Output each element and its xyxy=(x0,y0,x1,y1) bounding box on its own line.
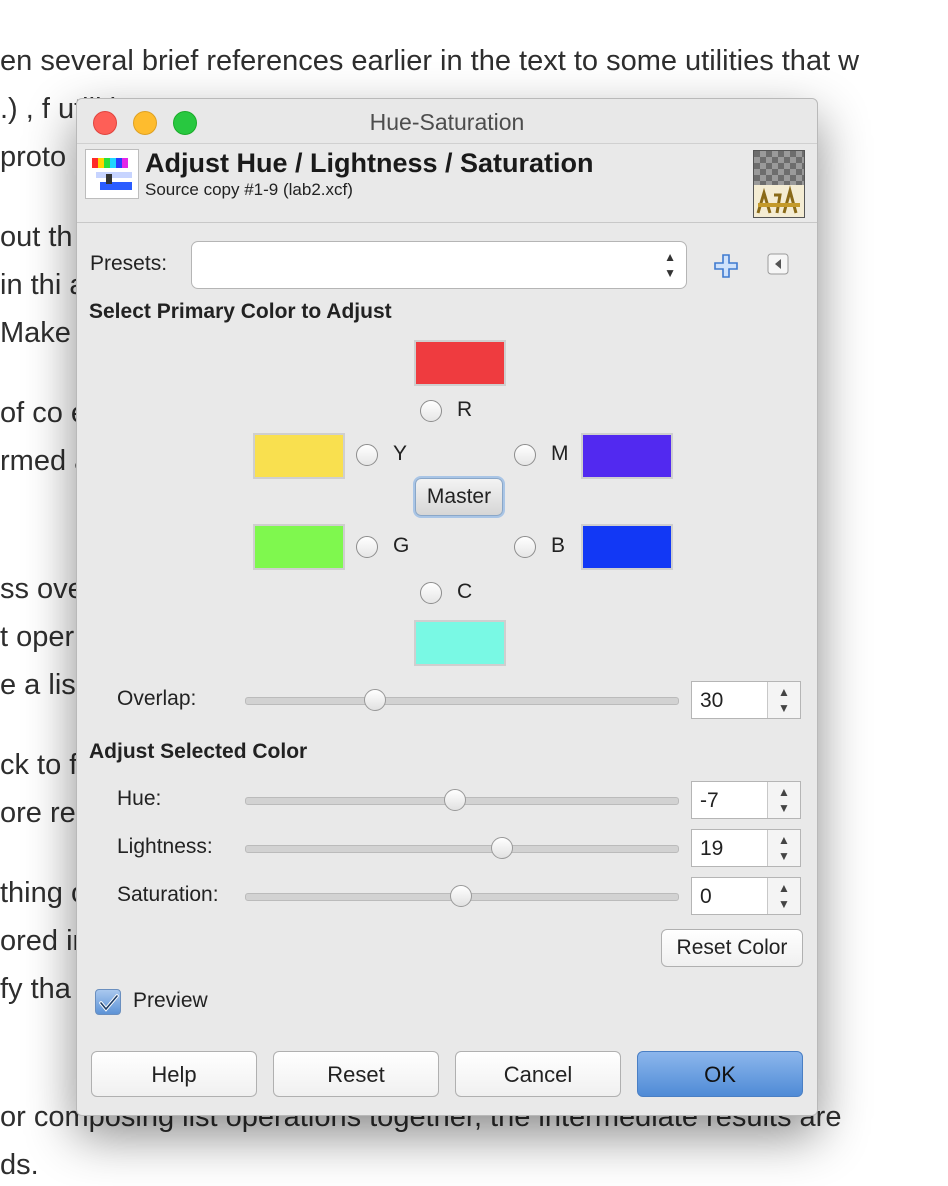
header-title: Adjust Hue / Lightness / Saturation xyxy=(145,148,594,178)
hue-value: -7 xyxy=(700,789,719,812)
hue-saturation-tool-icon xyxy=(85,149,139,199)
hue-label: Hue: xyxy=(117,787,162,810)
presets-combo[interactable]: ▲ ▼ xyxy=(191,241,687,289)
blue-radio-label: B xyxy=(551,534,566,557)
overlap-slider-track[interactable] xyxy=(245,697,679,705)
red-swatch xyxy=(414,340,506,386)
spin-arrows-icon[interactable]: ▲ ▼ xyxy=(767,682,800,718)
green-swatch xyxy=(253,524,345,570)
preview-label: Preview xyxy=(133,989,208,1012)
image-thumbnail xyxy=(753,150,805,218)
bg-line: ds. xyxy=(0,1149,39,1181)
saturation-value: 0 xyxy=(700,885,712,908)
bg-line: en several brief references earlier in t… xyxy=(0,45,860,77)
window-title: Hue-Saturation xyxy=(369,109,525,135)
blue-swatch xyxy=(581,524,673,570)
green-radio-label: G xyxy=(393,534,410,557)
dialog-header: Adjust Hue / Lightness / Saturation Sour… xyxy=(77,144,817,223)
overlap-value: 30 xyxy=(700,689,724,712)
cancel-button[interactable]: Cancel xyxy=(455,1051,621,1097)
help-button[interactable]: Help xyxy=(91,1051,257,1097)
overlap-label: Overlap: xyxy=(117,687,197,710)
checkmark-icon xyxy=(99,994,119,1012)
title-bar[interactable]: Hue-Saturation xyxy=(77,99,817,144)
spin-arrows-icon[interactable]: ▲ ▼ xyxy=(767,830,800,866)
red-radio-label: R xyxy=(457,398,473,421)
adjust-color-heading: Adjust Selected Color xyxy=(89,740,308,763)
cyan-radio-label: C xyxy=(457,580,473,603)
preview-checkbox[interactable] xyxy=(95,989,121,1015)
saturation-label: Saturation: xyxy=(117,883,219,906)
magenta-radio[interactable] xyxy=(514,444,536,466)
reset-button[interactable]: Reset xyxy=(273,1051,439,1097)
cyan-swatch xyxy=(414,620,506,666)
master-button[interactable]: Master xyxy=(415,478,503,516)
lightness-value: 19 xyxy=(700,837,724,860)
hue-saturation-dialog: Hue-Saturation Adjust Hue / Lightness / … xyxy=(76,98,818,1116)
cyan-radio[interactable] xyxy=(420,582,442,604)
saturation-slider-handle[interactable] xyxy=(450,885,472,907)
reset-color-button[interactable]: Reset Color xyxy=(661,929,803,967)
up-down-arrows-icon: ▲ ▼ xyxy=(664,250,676,280)
primary-color-heading: Select Primary Color to Adjust xyxy=(89,300,392,323)
spin-arrows-icon[interactable]: ▲ ▼ xyxy=(767,782,800,818)
hue-spinbox[interactable]: -7 ▲ ▼ xyxy=(691,781,801,819)
spin-arrows-icon[interactable]: ▲ ▼ xyxy=(767,878,800,914)
yellow-radio[interactable] xyxy=(356,444,378,466)
hue-slider-handle[interactable] xyxy=(443,789,466,811)
header-subtitle: Source copy #1-9 (lab2.xcf) xyxy=(145,180,353,199)
green-radio[interactable] xyxy=(356,536,378,558)
blue-radio[interactable] xyxy=(514,536,536,558)
red-radio[interactable] xyxy=(420,400,442,422)
yellow-radio-label: Y xyxy=(393,442,408,465)
ok-button[interactable]: OK xyxy=(637,1051,803,1097)
lightness-label: Lightness: xyxy=(117,835,213,858)
add-preset-plus-icon[interactable] xyxy=(713,253,739,284)
lightness-spinbox[interactable]: 19 ▲ ▼ xyxy=(691,829,801,867)
yellow-swatch xyxy=(253,433,345,479)
magenta-swatch xyxy=(581,433,673,479)
saturation-spinbox[interactable]: 0 ▲ ▼ xyxy=(691,877,801,915)
lightness-slider-handle[interactable] xyxy=(491,837,514,859)
presets-label: Presets: xyxy=(90,252,168,275)
magenta-radio-label: M xyxy=(551,442,569,465)
preset-menu-icon[interactable] xyxy=(767,253,789,280)
lightness-slider-track[interactable] xyxy=(245,845,679,853)
overlap-spinbox[interactable]: 30 ▲ ▼ xyxy=(691,681,801,719)
overlap-slider-handle[interactable] xyxy=(363,689,386,711)
